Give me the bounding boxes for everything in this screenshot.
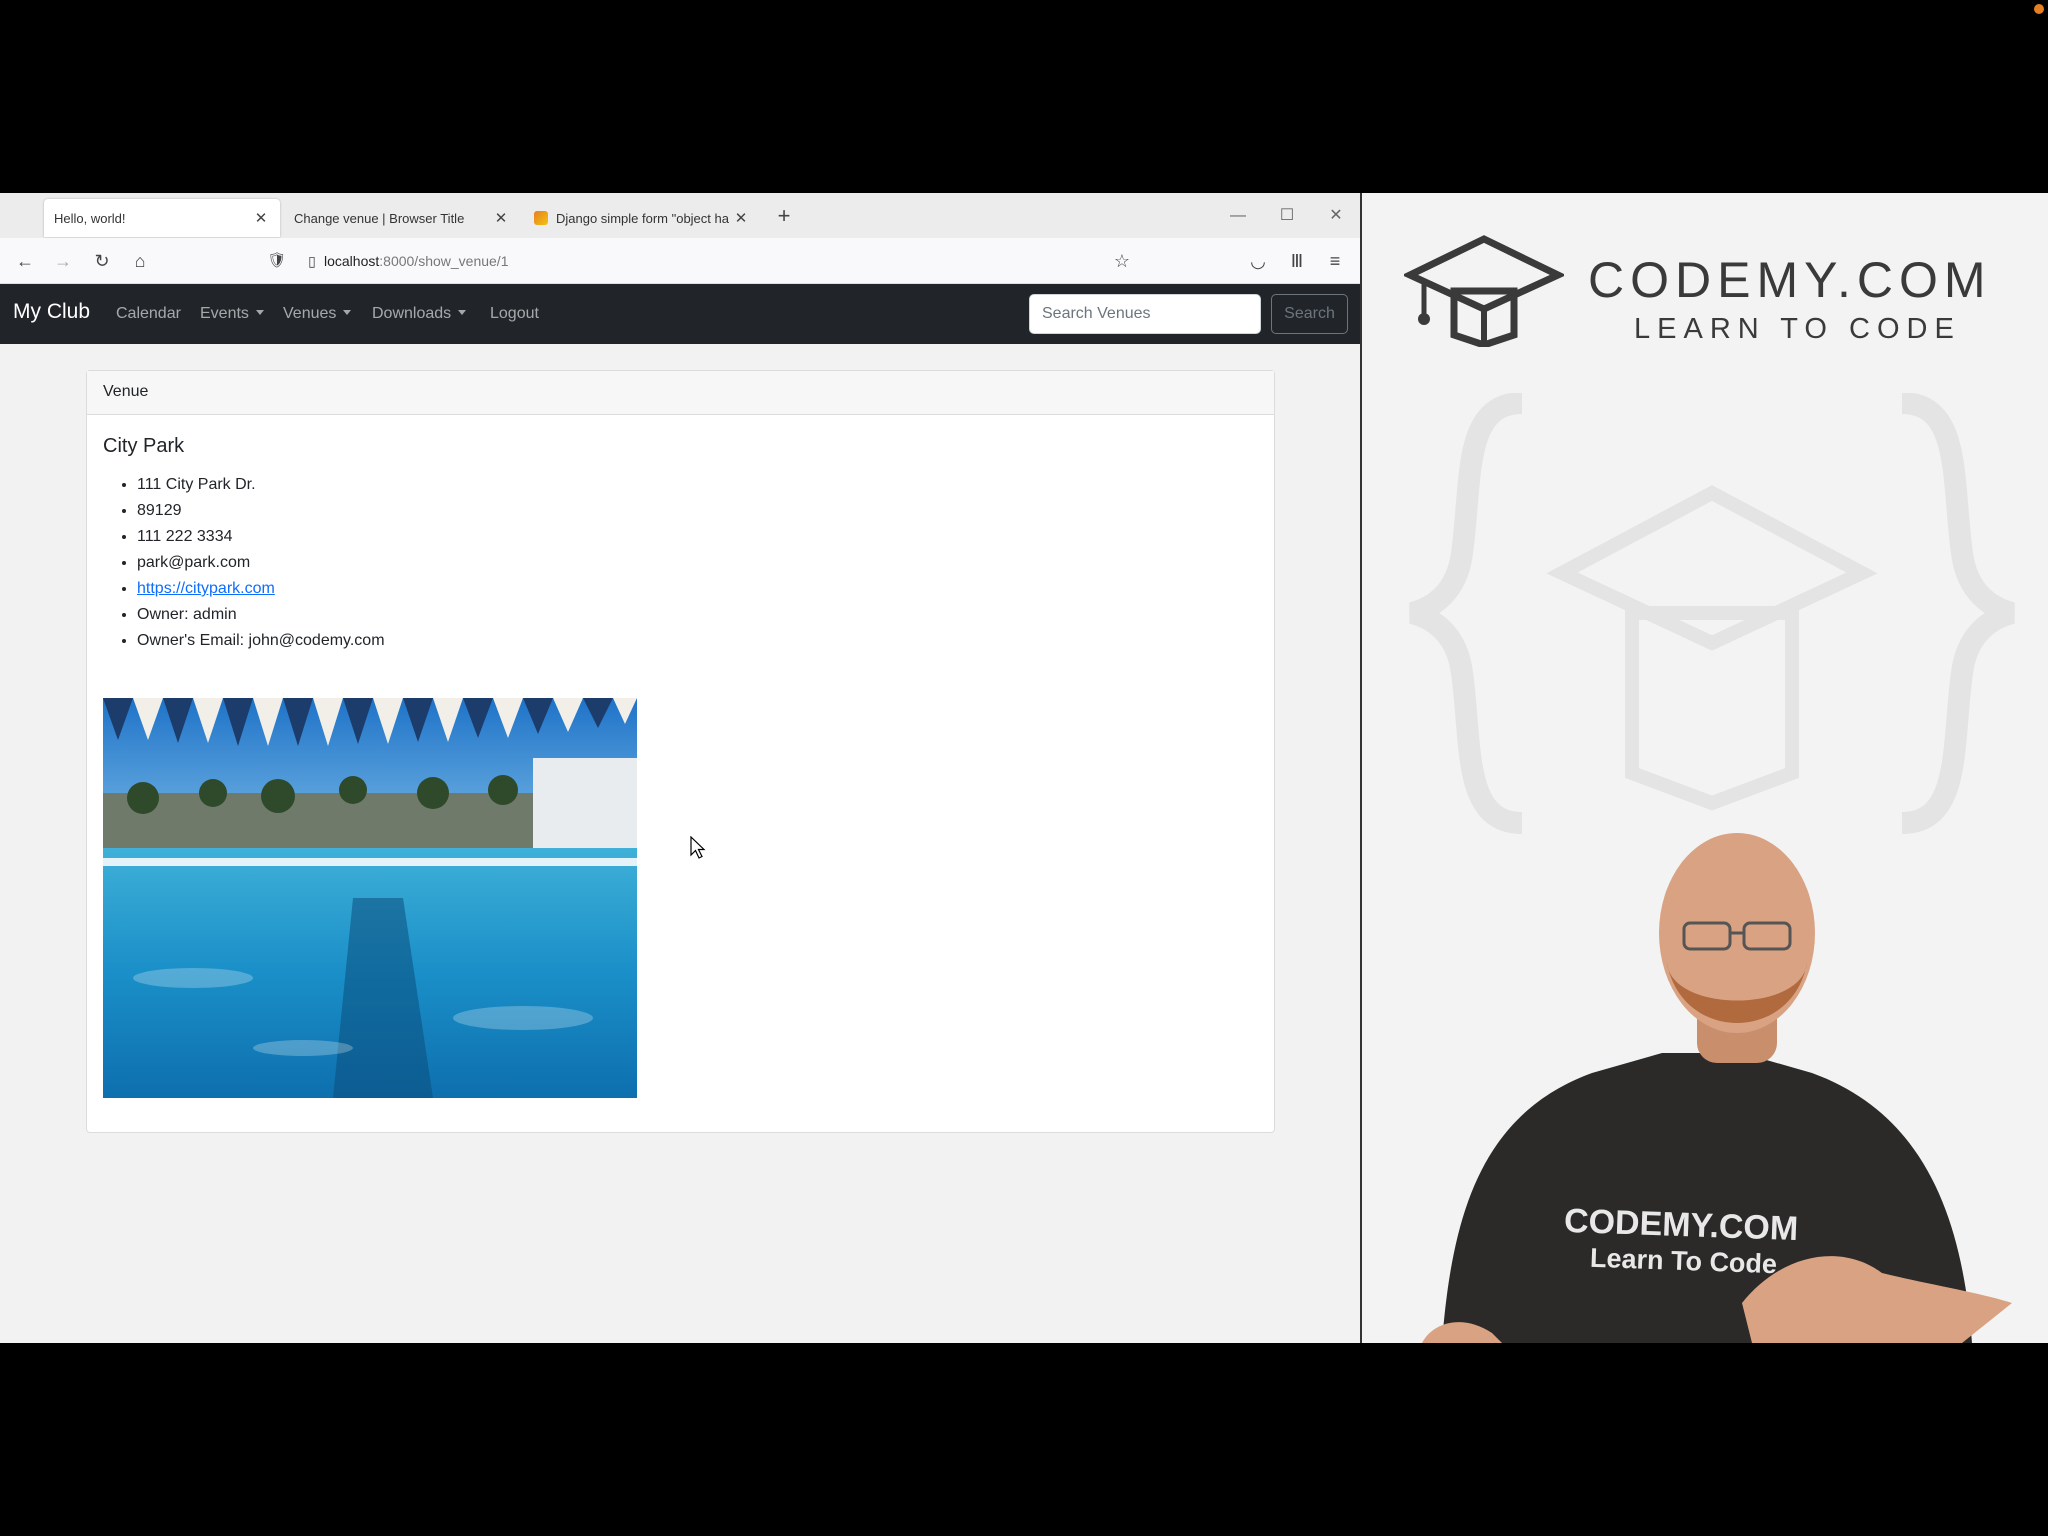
window-close-icon[interactable]: ✕ <box>1312 199 1360 233</box>
tab-label: Hello, world! <box>54 210 126 226</box>
venue-phone: 111 222 3334 <box>137 524 1258 550</box>
caret-down-icon <box>343 310 352 315</box>
pocket-icon[interactable]: ◡ <box>1243 246 1273 276</box>
url-path: :8000/show_venue/1 <box>379 253 509 269</box>
forward-arrow-icon[interactable]: → <box>48 246 78 276</box>
url-host: localhost <box>324 253 380 269</box>
venue-card: Venue City Park 111 City Park Dr. 89129 … <box>86 370 1275 1133</box>
venue-owner: Owner: admin <box>137 602 1258 628</box>
new-tab-plus-icon[interactable]: + <box>770 203 798 231</box>
nav-venues-label: Venues <box>283 305 337 322</box>
nav-downloads[interactable]: Downloads <box>372 305 467 323</box>
venue-info-list: 111 City Park Dr. 89129 111 222 3334 par… <box>137 472 1258 654</box>
venue-zip: 89129 <box>137 498 1258 524</box>
card-header: Venue <box>87 371 1274 415</box>
nav-events-label: Events <box>200 305 249 322</box>
card-body: City Park 111 City Park Dr. 89129 111 22… <box>87 415 1274 1118</box>
close-icon[interactable]: ✕ <box>732 209 750 227</box>
venue-website-link[interactable]: https://citypark.com <box>137 580 275 597</box>
nav-calendar[interactable]: Calendar <box>116 305 181 323</box>
close-icon[interactable]: ✕ <box>492 209 510 227</box>
page-icon: ▯ <box>308 253 316 269</box>
shield-icon[interactable]: 🛡 <box>262 246 292 276</box>
caret-down-icon <box>255 310 264 315</box>
search-venues-input[interactable] <box>1029 294 1261 334</box>
nav-logout[interactable]: Logout <box>490 305 539 323</box>
tab-label: Django simple form "object ha <box>556 210 729 226</box>
nav-downloads-label: Downloads <box>372 305 452 322</box>
close-icon[interactable]: ✕ <box>252 209 270 227</box>
tab-hello-world[interactable]: Hello, world! ✕ <box>44 199 280 237</box>
tab-change-venue[interactable]: Change venue | Browser Title ✕ <box>284 199 520 237</box>
pool-photo <box>103 698 637 1098</box>
presenter-panel: CODEMY.COM LEARN TO CODE CODEMY.COM Lear… <box>1362 193 2048 1343</box>
nav-venues[interactable]: Venues <box>283 305 352 323</box>
venue-website-item: https://citypark.com <box>137 576 1258 602</box>
venue-pool-image <box>103 698 637 1098</box>
record-indicator-icon <box>2034 4 2044 14</box>
mouse-cursor-icon <box>690 836 706 859</box>
presenter-video <box>1422 833 2012 1343</box>
venue-title: City Park <box>103 435 185 457</box>
shirt-logo-text: CODEMY.COM <box>1563 1201 1799 1249</box>
back-arrow-icon[interactable]: ← <box>10 246 40 276</box>
reload-icon[interactable]: ↻ <box>87 246 117 276</box>
tab-label: Change venue | Browser Title <box>294 210 465 226</box>
venue-address: 111 City Park Dr. <box>137 472 1258 498</box>
brand-link[interactable]: My Club <box>13 300 90 324</box>
shirt-logo-subtitle: Learn To Code <box>1589 1242 1778 1280</box>
menu-hamburger-icon[interactable]: ≡ <box>1320 246 1350 276</box>
tab-django-form[interactable]: Django simple form "object ha ✕ <box>524 199 760 237</box>
site-navbar: My Club Calendar Events Venues Downloads… <box>0 284 1362 344</box>
home-icon[interactable]: ⌂ <box>125 246 155 276</box>
browser-toolbar: ← → ↻ ⌂ 🛡 ▯ localhost:8000/show_venue/1 … <box>0 238 1362 284</box>
nav-events[interactable]: Events <box>200 305 264 323</box>
browser-window: Hello, world! ✕ Change venue | Browser T… <box>0 193 1362 1343</box>
maximize-icon[interactable]: ☐ <box>1263 199 1311 233</box>
search-button[interactable]: Search <box>1271 294 1348 334</box>
library-icon[interactable]: Ⅲ <box>1282 246 1312 276</box>
tab-bar: Hello, world! ✕ Change venue | Browser T… <box>0 193 1362 238</box>
bookmark-star-icon[interactable]: ☆ <box>1107 246 1137 276</box>
venue-owner-email: Owner's Email: john@codemy.com <box>137 628 1258 654</box>
venue-email: park@park.com <box>137 550 1258 576</box>
minimize-icon[interactable]: — <box>1214 199 1262 233</box>
caret-down-icon <box>458 310 467 315</box>
url-bar[interactable]: ▯ localhost:8000/show_venue/1 <box>300 246 1180 276</box>
favicon-icon <box>534 211 548 225</box>
